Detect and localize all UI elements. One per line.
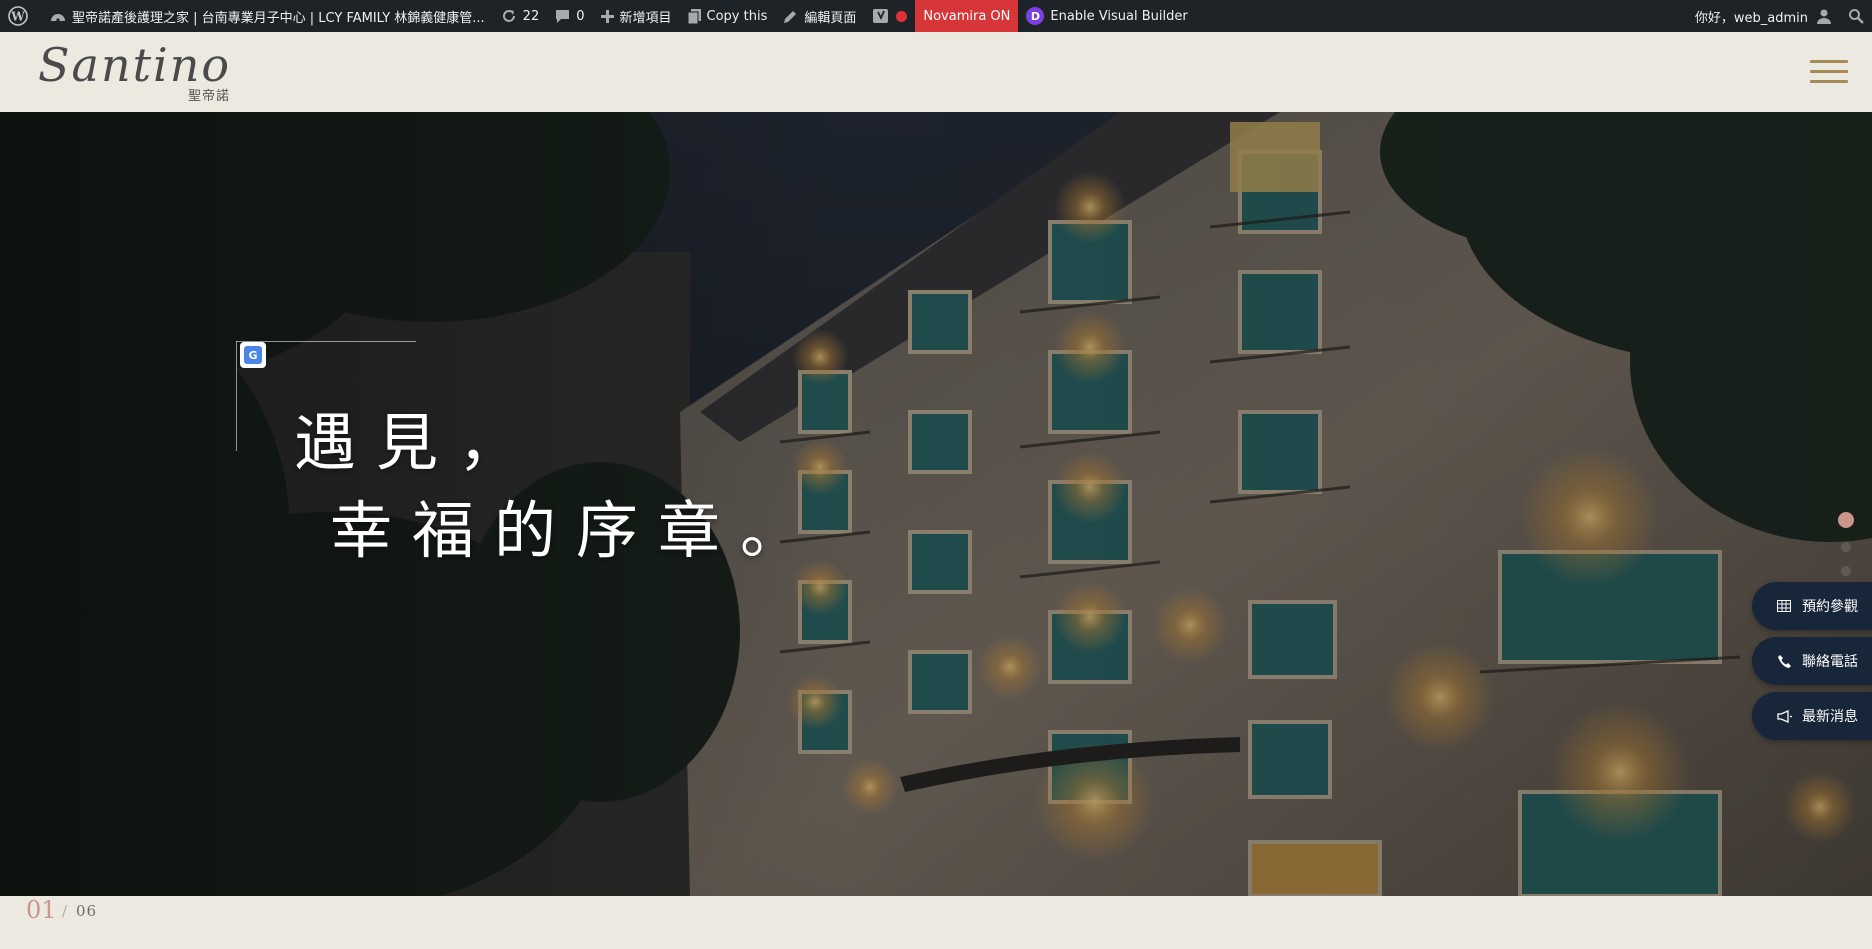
- translate-glyph: G: [244, 346, 262, 364]
- hero-headline-line-2: 幸福的序章。: [330, 494, 823, 567]
- comments-icon: [555, 9, 570, 24]
- novamira-toggle[interactable]: Novamira ON: [915, 0, 1019, 32]
- slide-counter: 01 / 06: [0, 896, 1872, 949]
- site-title: 聖帝諾產後護理之家 | 台南專業月子中心 | LCY FAMILY 林錦義健康管…: [72, 10, 485, 26]
- hamburger-icon[interactable]: [1810, 56, 1850, 88]
- divi-letter: D: [1026, 7, 1045, 25]
- megaphone-icon: [1776, 709, 1792, 723]
- contact-phone-button[interactable]: 聯絡電話: [1752, 637, 1872, 685]
- visual-builder-label: Enable Visual Builder: [1050, 8, 1188, 24]
- reserve-visit-label: 預約參觀: [1802, 599, 1858, 615]
- yoast-menu[interactable]: [864, 0, 915, 32]
- hero-background-image: [0, 112, 1872, 896]
- site-logo[interactable]: Santino 聖帝諾: [38, 38, 248, 104]
- updates-count: 22: [522, 8, 540, 24]
- edit-page-link[interactable]: 編輯頁面: [775, 0, 864, 32]
- comments-count: 0: [576, 8, 585, 24]
- new-content-label: 新增項目: [619, 10, 672, 26]
- my-account-menu[interactable]: 你好，web_admin: [1687, 0, 1840, 32]
- updates-icon: [501, 8, 517, 24]
- current-slide-number: 01: [26, 896, 57, 924]
- wordpress-menu[interactable]: W: [0, 0, 42, 32]
- latest-news-button[interactable]: 最新消息: [1752, 692, 1872, 740]
- grid-icon: [1776, 600, 1792, 612]
- edit-page-label: 編輯頁面: [804, 10, 857, 26]
- updates-menu[interactable]: 22: [493, 0, 548, 32]
- slider-dot-3[interactable]: [1841, 566, 1851, 576]
- search-icon: [1848, 8, 1864, 24]
- google-translate-icon[interactable]: G: [240, 342, 266, 368]
- logo-script-text: Santino: [38, 38, 232, 92]
- phone-icon: [1776, 654, 1792, 668]
- hero-slider: G 遇見， 幸福的序章。 預約參觀 聯絡電話 最新消息: [0, 112, 1872, 896]
- site-name-menu[interactable]: 聖帝諾產後護理之家 | 台南專業月子中心 | LCY FAMILY 林錦義健康管…: [42, 0, 493, 32]
- logo-chinese-text: 聖帝諾: [188, 89, 231, 104]
- plus-icon: [600, 9, 614, 23]
- reserve-visit-button[interactable]: 預約參觀: [1752, 582, 1872, 630]
- admin-search-button[interactable]: [1840, 0, 1872, 32]
- site-header: Santino 聖帝諾: [0, 32, 1872, 112]
- total-slide-number: 06: [76, 902, 98, 920]
- comments-menu[interactable]: 0: [547, 0, 592, 32]
- pencil-icon: [783, 9, 798, 24]
- visual-builder-link[interactable]: D Enable Visual Builder: [1018, 0, 1195, 32]
- dashboard-icon: [50, 9, 66, 23]
- hero-frame-line-left: [236, 341, 237, 451]
- slider-dot-2[interactable]: [1841, 542, 1851, 552]
- copy-icon: [687, 8, 701, 24]
- novamira-label: Novamira ON: [923, 8, 1011, 24]
- contact-phone-label: 聯絡電話: [1802, 654, 1858, 670]
- admin-bar: W 聖帝諾產後護理之家 | 台南專業月子中心 | LCY FAMILY 林錦義健…: [0, 0, 1872, 32]
- copy-this-label: Copy this: [706, 8, 768, 24]
- latest-news-label: 最新消息: [1802, 709, 1858, 725]
- svg-text:W: W: [10, 10, 25, 24]
- seo-status-dot: [896, 10, 908, 22]
- new-content-menu[interactable]: 新增項目: [593, 0, 680, 32]
- slide-counter-separator: /: [62, 902, 68, 920]
- wordpress-icon: W: [8, 6, 28, 26]
- slider-dot-1[interactable]: [1838, 512, 1854, 528]
- yoast-icon: [872, 7, 890, 25]
- copy-this-link[interactable]: Copy this: [680, 0, 776, 32]
- user-greeting: 你好，web_admin: [1694, 10, 1808, 26]
- hero-headline-line-1: 遇見，: [294, 406, 541, 479]
- user-icon: [1816, 8, 1832, 24]
- divi-icon: D: [1026, 7, 1045, 25]
